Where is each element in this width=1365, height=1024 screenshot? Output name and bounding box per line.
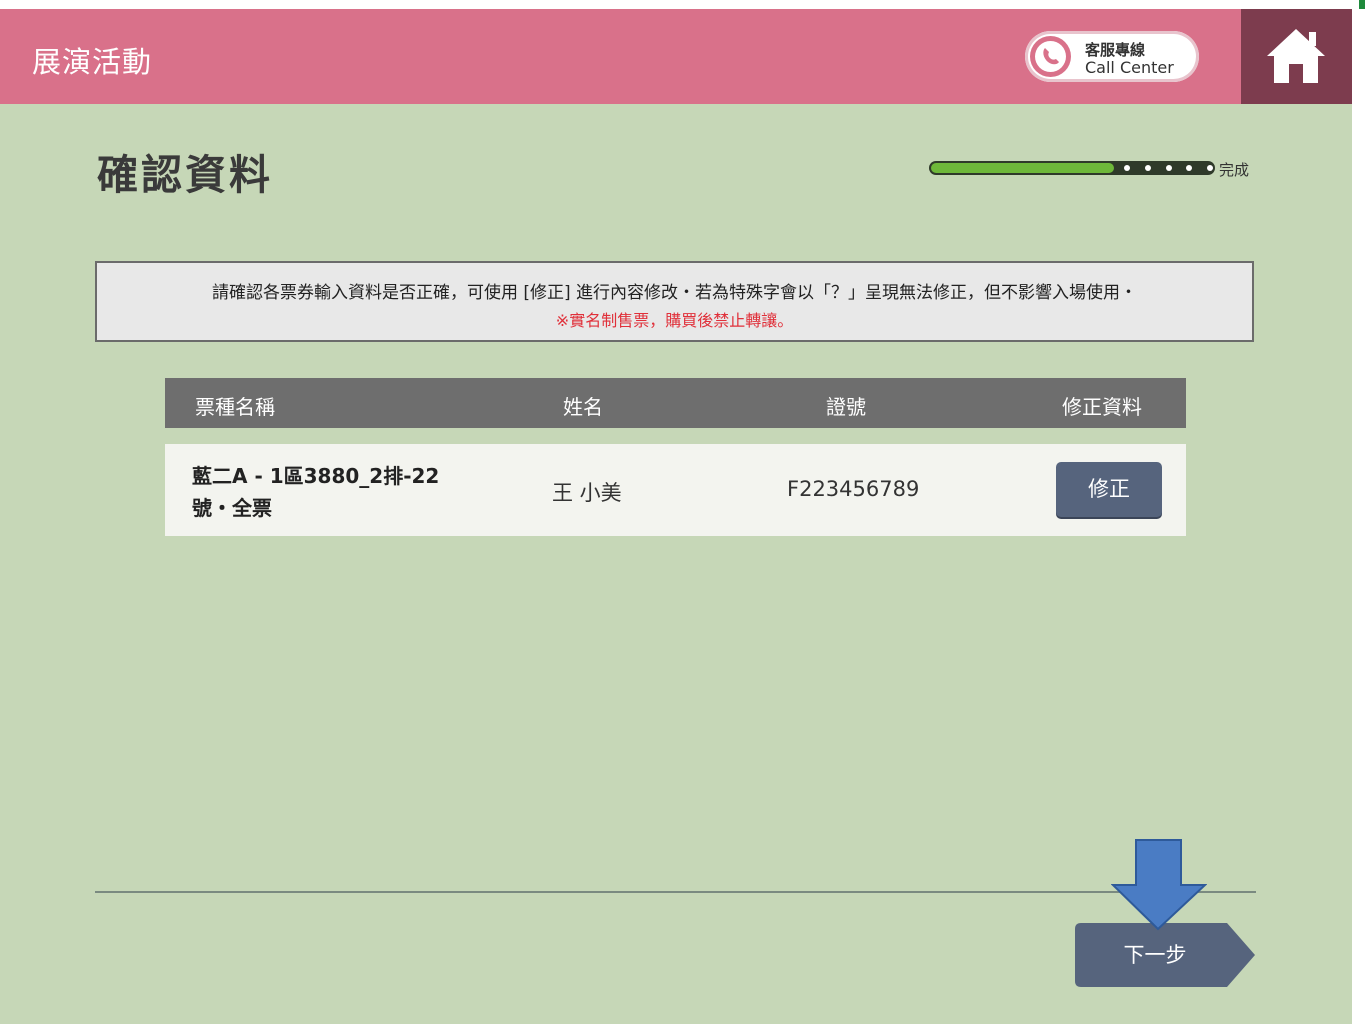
home-icon <box>1267 29 1325 83</box>
notice-text: 請確認各票券輸入資料是否正確，可使用 [修正] 進行內容修改・若為特殊字會以「？… <box>211 283 1138 303</box>
home-button[interactable] <box>1241 9 1352 104</box>
notice-warning: ※實名制售票，購買後禁止轉讓。 <box>555 311 794 330</box>
phone-icon <box>1030 36 1071 77</box>
notice-box: 請確認各票券輸入資料是否正確，可使用 [修正] 進行內容修改・若為特殊字會以「？… <box>95 261 1254 342</box>
table-row: 藍二A - 1區3880_2排-22號・全票 王 小美 F223456789 修… <box>165 444 1186 536</box>
next-step-label: 下一步 <box>1123 943 1187 967</box>
progress-step-dot <box>1186 165 1192 171</box>
call-center-label-zh: 客服專線 <box>1085 41 1146 59</box>
progress-fill <box>931 163 1114 173</box>
app-frame: 展演活動 客服專線 Call Center 確認資料 完成 請確認各票券輸入資料 <box>0 9 1352 1024</box>
table-header: 票種名稱 姓名 證號 修正資料 <box>165 378 1186 428</box>
app-title: 展演活動 <box>32 45 153 79</box>
progress-step-dot <box>1145 165 1151 171</box>
column-name: 姓名 <box>563 395 603 419</box>
header-bar: 展演活動 客服專線 Call Center <box>0 9 1352 104</box>
column-edit: 修正資料 <box>1062 395 1142 419</box>
edit-button[interactable]: 修正 <box>1056 462 1162 517</box>
progress-step-dot <box>1124 165 1130 171</box>
progress-step-dot <box>1166 165 1172 171</box>
progress-label: 完成 <box>1219 161 1250 179</box>
ticket-type-cell: 藍二A - 1區3880_2排-22號・全票 <box>192 464 440 520</box>
progress-bar <box>929 161 1215 175</box>
id-number-cell: F223456789 <box>787 477 920 501</box>
down-arrow-icon <box>1111 839 1207 931</box>
progress-step-dot <box>1207 165 1213 171</box>
footer-divider <box>95 891 1256 893</box>
column-ticket-type: 票種名稱 <box>195 395 275 419</box>
edge-marker <box>1359 0 1365 9</box>
page-title: 確認資料 <box>97 151 273 199</box>
call-center-label-en: Call Center <box>1085 58 1174 77</box>
column-id-number: 證號 <box>826 395 866 419</box>
next-step-button[interactable]: 下一步 <box>1075 923 1256 987</box>
call-center-button[interactable]: 客服專線 Call Center <box>1025 31 1199 82</box>
name-cell: 王 小美 <box>552 481 622 505</box>
